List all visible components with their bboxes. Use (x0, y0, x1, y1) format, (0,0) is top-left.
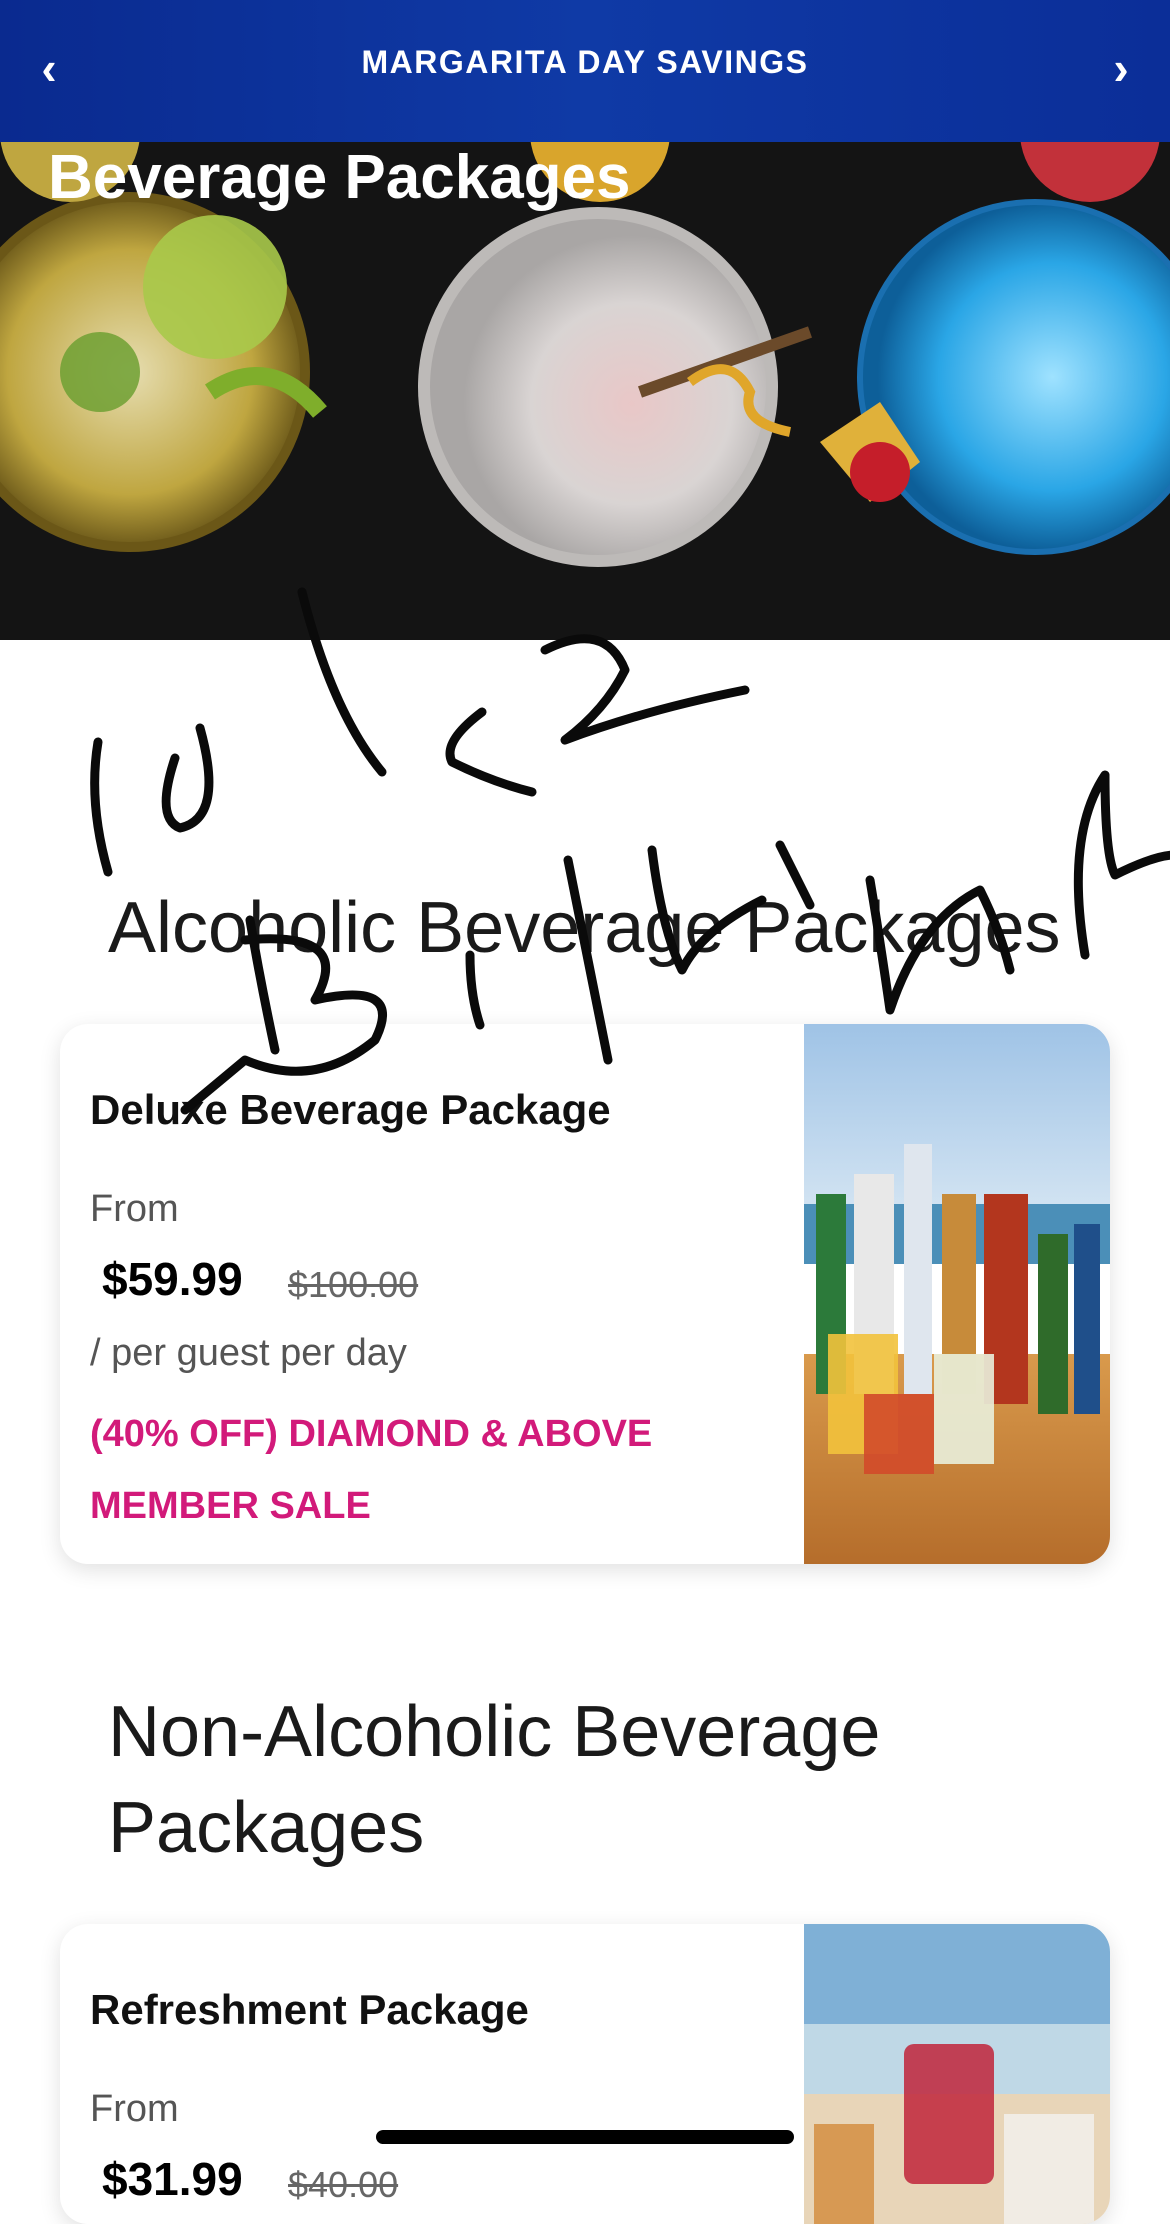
hero-title: Beverage Packages (48, 143, 631, 212)
package-image (804, 1024, 1110, 1564)
package-price: $31.99 (102, 2153, 243, 2205)
sale-badge-text: (40% OFF) DIAMOND & ABOVE MEMBER SALE (90, 1413, 653, 1527)
package-card-refreshment[interactable]: Refreshment Package From $31.99 $40.00 (60, 1924, 1110, 2224)
price-unit-label: / per guest per day (90, 1332, 407, 1374)
from-label: From (90, 2088, 179, 2130)
package-image (804, 1924, 1110, 2224)
section-heading-non-alcoholic: Non-Alcoholic Beverage Packages (108, 1692, 881, 1868)
package-name: Refreshment Package (90, 1986, 529, 2033)
hero-banner: Beverage Packages (0, 142, 1170, 640)
section-heading-alcoholic: Alcoholic Beverage Packages (108, 888, 1061, 968)
package-name: Deluxe Beverage Package (90, 1086, 611, 1133)
from-label: From (90, 1188, 179, 1230)
package-old-price: $100.00 (288, 1264, 419, 1305)
package-card-deluxe[interactable]: Deluxe Beverage Package From $59.99 $100… (60, 1024, 1110, 1564)
package-price: $59.99 (102, 1253, 243, 1305)
package-old-price: $40.00 (288, 2164, 399, 2205)
promo-banner: ‹ MARGARITA DAY SAVINGS › (0, 0, 1170, 142)
home-indicator (376, 2130, 794, 2144)
chevron-right-icon[interactable]: › (1096, 40, 1146, 96)
promo-title[interactable]: MARGARITA DAY SAVINGS (0, 44, 1170, 81)
hero-image (0, 142, 1170, 567)
